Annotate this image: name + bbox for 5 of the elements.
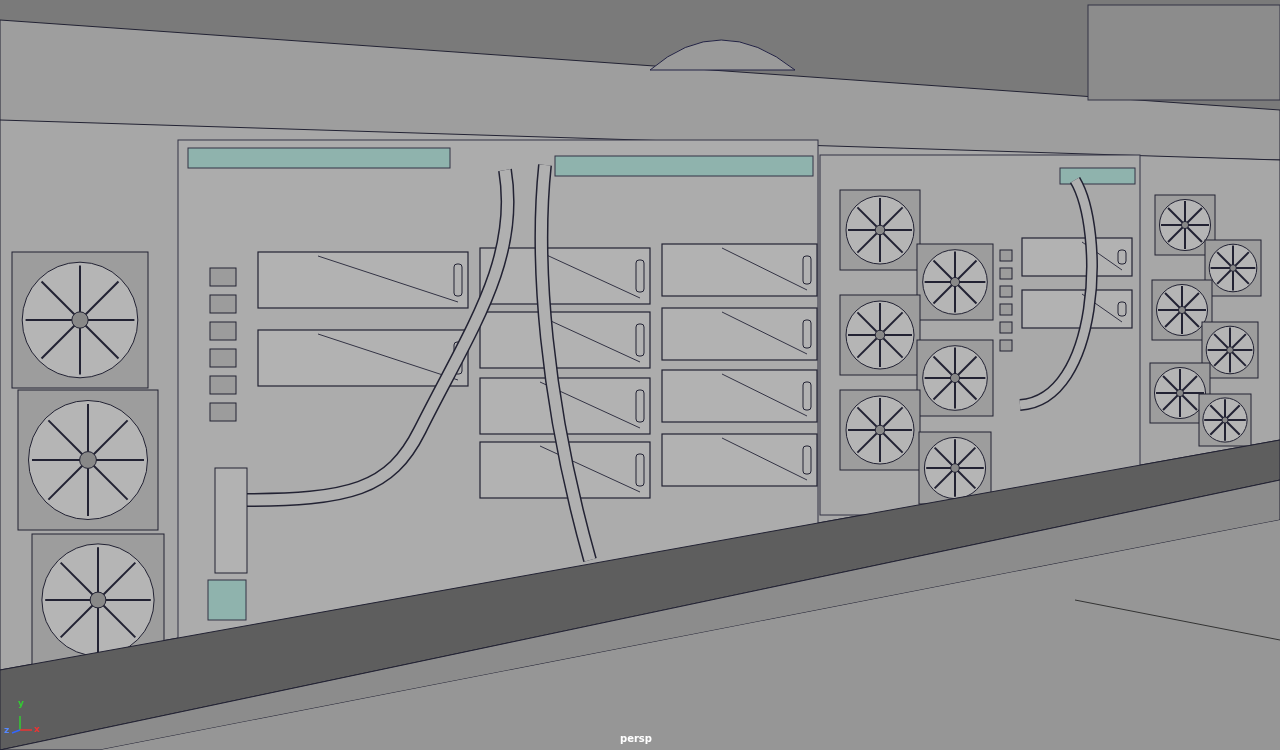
axis-label: x — [34, 725, 40, 734]
axis-label: y — [18, 699, 24, 708]
camera-label: persp — [620, 733, 652, 744]
3d-viewport[interactable]: y z x persp — [0, 0, 1280, 750]
axis-label: z — [4, 726, 10, 735]
